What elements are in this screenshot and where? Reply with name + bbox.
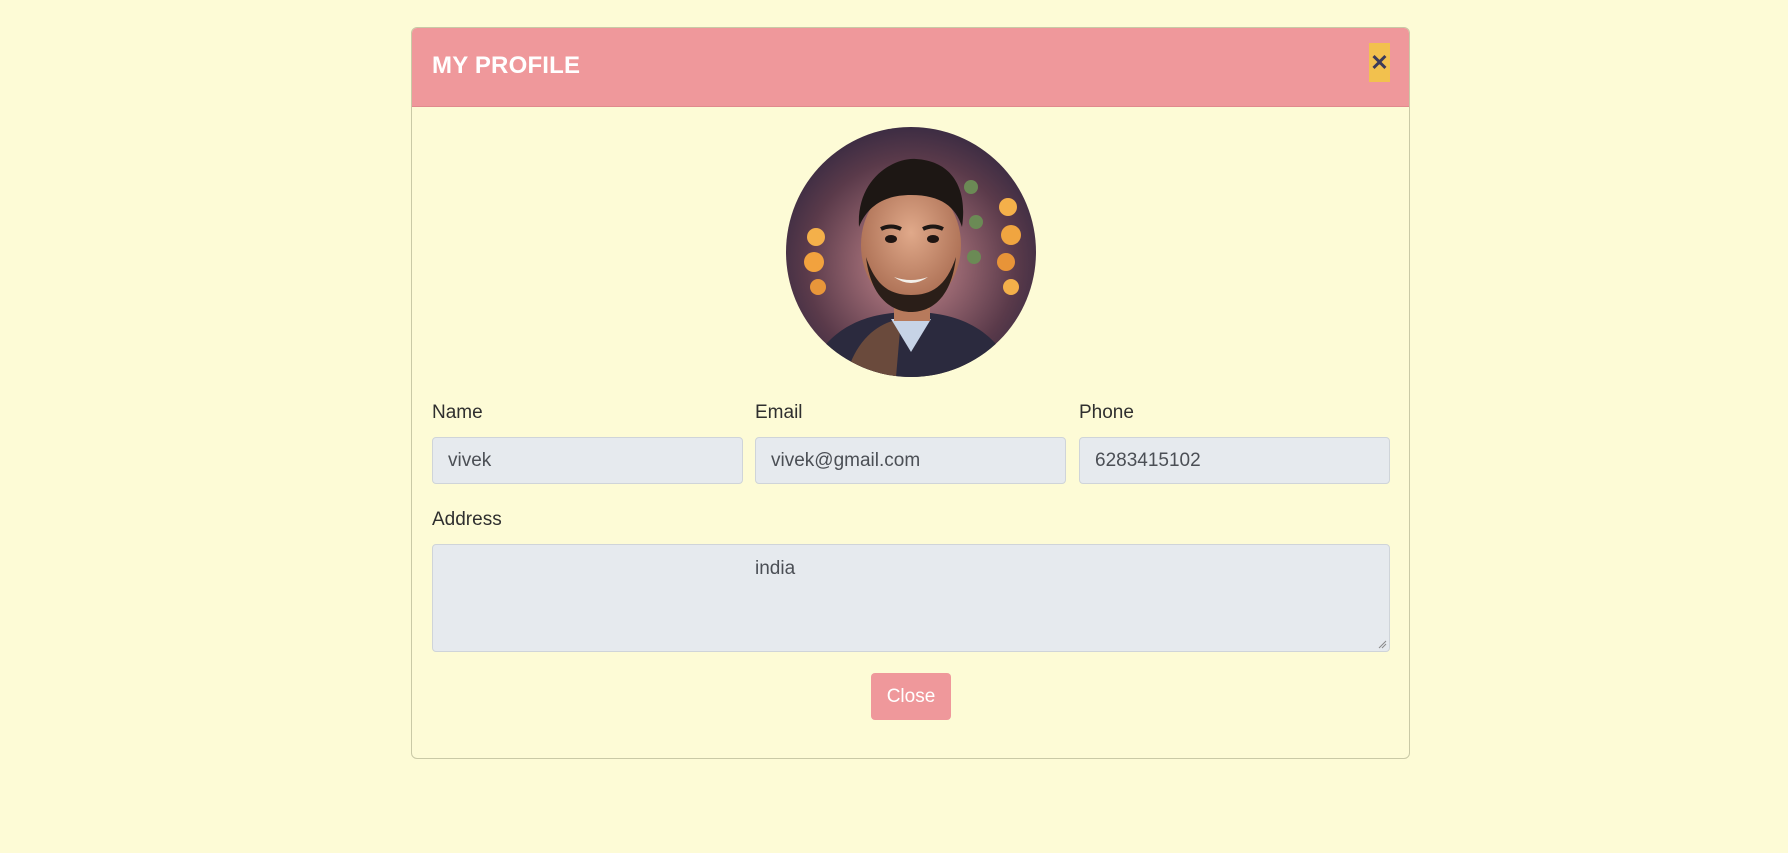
modal-header: MY PROFILE ✕ [412,28,1409,107]
profile-modal: MY PROFILE ✕ Name vivek Email vivek@gmai… [411,27,1410,759]
profile-photo-icon [786,127,1036,377]
address-textarea[interactable]: india [432,544,1390,652]
phone-field[interactable]: 6283415102 [1079,437,1390,484]
modal-title: MY PROFILE [432,52,581,79]
close-icon[interactable]: ✕ [1369,43,1390,82]
close-button[interactable]: Close [871,673,951,720]
resize-grip-icon[interactable] [1377,639,1387,649]
address-label: Address [432,509,502,530]
name-label: Name [432,402,483,423]
email-label: Email [755,402,803,423]
address-value: india [755,558,796,579]
email-field[interactable]: vivek@gmail.com [755,437,1066,484]
avatar [786,127,1036,377]
name-field[interactable]: vivek [432,437,743,484]
phone-label: Phone [1079,402,1134,423]
